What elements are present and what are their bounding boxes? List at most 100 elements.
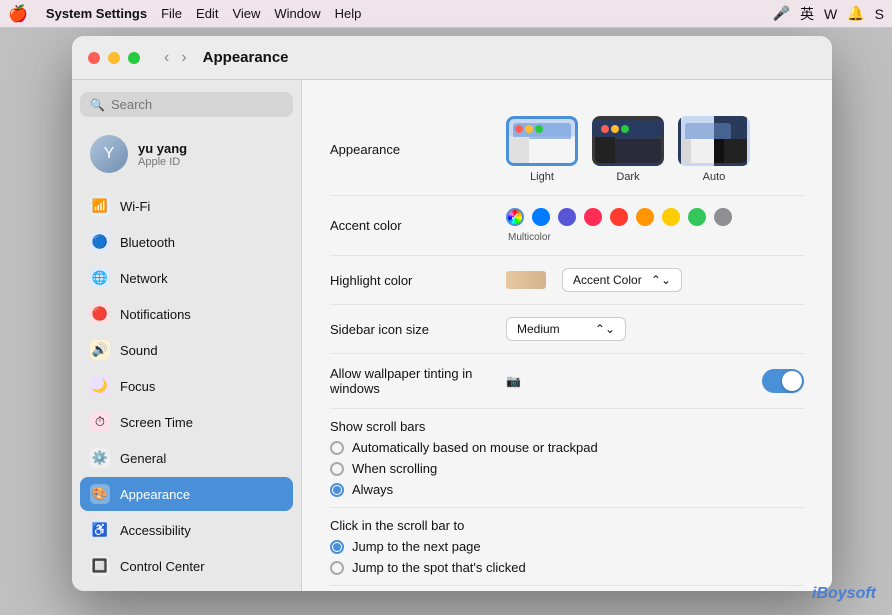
click-spot-option[interactable]: Jump to the spot that's clicked [330,560,804,575]
sidebar-label-appearance: Appearance [120,487,190,502]
highlight-color-row: Highlight color Accent Color ⌃⌄ [330,256,804,305]
extra-icon[interactable]: S [875,6,884,22]
sidebar-item-bluetooth[interactable]: 🔵 Bluetooth [80,225,293,259]
bluetooth-icon: 🔵 [90,232,110,252]
highlight-dropdown-arrow: ⌃⌄ [651,273,671,287]
app-name[interactable]: System Settings [46,6,147,21]
scroll-auto-label: Automatically based on mouse or trackpad [352,440,598,455]
menubar: 🍎 System Settings File Edit View Window … [0,0,892,28]
appearance-option-dark[interactable]: Dark [592,116,664,183]
dark-thumb[interactable] [592,116,664,166]
user-sub: Apple ID [138,156,187,168]
light-thumb[interactable] [506,116,578,166]
sidebar-item-siri[interactable]: 🎤 Siri & Spotlight [80,585,293,591]
notifications-icon: 🔴 [90,304,110,324]
sidebar-item-focus[interactable]: 🌙 Focus [80,369,293,403]
click-scrollbar-block: Click in the scroll bar to Jump to the n… [330,508,804,586]
w-icon[interactable]: W [824,6,837,22]
accent-graphite[interactable] [714,208,732,226]
scroll-scrolling-radio[interactable] [330,462,344,476]
general-icon: ⚙️ [90,448,110,468]
menu-window[interactable]: Window [274,6,320,21]
accent-orange[interactable] [636,208,654,226]
sidebar: 🔍 Y yu yang Apple ID 📶 Wi-Fi 🔵 Bluetooth [72,80,302,591]
highlight-color-control: Accent Color ⌃⌄ [506,268,804,292]
highlight-color-dropdown[interactable]: Accent Color ⌃⌄ [562,268,682,292]
accent-color-control: Multicolor [506,208,804,243]
sidebar-item-appearance[interactable]: 🎨 Appearance [80,477,293,511]
wifi-icon: 📶 [90,196,110,216]
menu-edit[interactable]: Edit [196,6,218,21]
wallpaper-tinting-toggle[interactable] [762,369,804,393]
sidebar-item-accessibility[interactable]: ♿ Accessibility [80,513,293,547]
accent-purple[interactable] [558,208,576,226]
menubar-right: 🎤 英 W 🔔 S [773,4,884,24]
menu-view[interactable]: View [232,6,260,21]
accent-pink[interactable] [584,208,602,226]
sidebar-label-general: General [120,451,166,466]
wallpaper-tinting-label: Allow wallpaper tinting in windows [330,366,490,396]
minimize-button[interactable] [108,52,120,64]
accent-red[interactable] [610,208,628,226]
accent-green[interactable] [688,208,706,226]
menu-help[interactable]: Help [335,6,362,21]
scroll-always-label: Always [352,482,393,497]
sidebar-icon-size-row: Sidebar icon size Medium ⌃⌄ [330,305,804,354]
sidebar-item-controlcenter[interactable]: 🔲 Control Center [80,549,293,583]
sidebar-item-wifi[interactable]: 📶 Wi-Fi [80,189,293,223]
maximize-button[interactable] [128,52,140,64]
sidebar-label-wifi: Wi-Fi [120,199,150,214]
click-next-page-option[interactable]: Jump to the next page [330,539,804,554]
lang-icon[interactable]: 英 [800,4,814,24]
apple-menu[interactable]: 🍎 [8,4,28,24]
mic-icon[interactable]: 🎤 [773,5,790,22]
accent-blue[interactable] [532,208,550,226]
search-box[interactable]: 🔍 [80,92,293,117]
scroll-auto-option[interactable]: Automatically based on mouse or trackpad [330,440,804,455]
sidebar-icon-size-control: Medium ⌃⌄ [506,317,804,341]
scroll-always-radio[interactable] [330,483,344,497]
sidebar-item-sound[interactable]: 🔊 Sound [80,333,293,367]
sidebar-item-network[interactable]: 🌐 Network [80,261,293,295]
scroll-bars-title: Show scroll bars [330,419,804,434]
menu-file[interactable]: File [161,6,182,21]
search-icon: 🔍 [90,98,105,112]
sidebar-label-sound: Sound [120,343,158,358]
user-info: yu yang Apple ID [138,141,187,168]
sidebar-item-screentime[interactable]: ⏱ Screen Time [80,405,293,439]
light-label: Light [530,171,554,183]
sidebar-label-bluetooth: Bluetooth [120,235,175,250]
scroll-always-option[interactable]: Always [330,482,804,497]
highlight-color-value: Accent Color [573,273,642,287]
highlight-color-label: Highlight color [330,273,490,288]
controlcenter-icon: 🔲 [90,556,110,576]
accent-multicolor[interactable] [506,208,524,226]
auto-label: Auto [703,171,726,183]
click-next-page-radio[interactable] [330,540,344,554]
notification-icon[interactable]: 🔔 [847,5,864,22]
appearance-option-auto[interactable]: Auto [678,116,750,183]
close-button[interactable] [88,52,100,64]
accent-yellow[interactable] [662,208,680,226]
highlight-color-preview [506,271,546,289]
main-panel: Appearance [302,80,832,591]
click-spot-radio[interactable] [330,561,344,575]
scroll-auto-radio[interactable] [330,441,344,455]
back-button[interactable]: ‹ [160,47,173,69]
user-profile[interactable]: Y yu yang Apple ID [80,127,293,181]
sidebar-item-notifications[interactable]: 🔴 Notifications [80,297,293,331]
sidebar-icon-size-dropdown[interactable]: Medium ⌃⌄ [506,317,626,341]
sidebar-item-general[interactable]: ⚙️ General [80,441,293,475]
accent-color-label: Accent color [330,218,490,233]
iboysoft-watermark: iBoysoft [812,585,876,603]
wallpaper-tinting-control: 📷 [506,369,804,393]
sound-icon: 🔊 [90,340,110,360]
auto-thumb[interactable] [678,116,750,166]
forward-button[interactable]: › [177,47,190,69]
click-spot-label: Jump to the spot that's clicked [352,560,526,575]
search-input[interactable] [111,97,283,112]
appearance-icon: 🎨 [90,484,110,504]
scroll-scrolling-option[interactable]: When scrolling [330,461,804,476]
scroll-bars-block: Show scroll bars Automatically based on … [330,409,804,508]
appearance-option-light[interactable]: Light [506,116,578,183]
